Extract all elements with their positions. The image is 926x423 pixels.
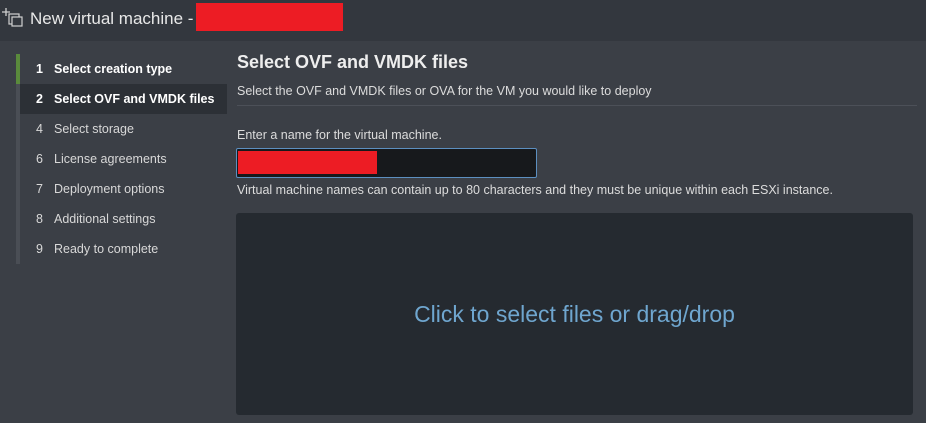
file-dropzone[interactable]: Click to select files or drag/drop xyxy=(236,213,913,415)
page-subtitle: Select the OVF and VMDK files or OVA for… xyxy=(237,84,652,98)
step-label: Deployment options xyxy=(54,182,165,196)
wizard-sidebar: 1 Select creation type 2 Select OVF and … xyxy=(0,41,227,423)
vm-name-label: Enter a name for the virtual machine. xyxy=(237,128,442,142)
redacted-vm-name xyxy=(196,3,343,31)
step-select-creation-type[interactable]: 1 Select creation type xyxy=(16,54,227,84)
step-select-ovf-vmdk-files[interactable]: 2 Select OVF and VMDK files xyxy=(16,84,227,114)
step-deployment-options[interactable]: 7 Deployment options xyxy=(16,174,227,204)
step-number: 2 xyxy=(36,92,43,106)
step-label: Select creation type xyxy=(54,62,173,76)
step-number: 6 xyxy=(36,152,43,166)
step-label: Select OVF and VMDK files xyxy=(54,92,215,106)
divider xyxy=(237,105,917,106)
step-license-agreements[interactable]: 6 License agreements xyxy=(16,144,227,174)
deploy-vm-icon xyxy=(2,8,23,27)
step-number: 8 xyxy=(36,212,43,226)
step-ready-to-complete[interactable]: 9 Ready to complete xyxy=(16,234,227,264)
step-number: 1 xyxy=(36,62,43,76)
dropzone-text: Click to select files or drag/drop xyxy=(414,300,735,327)
step-select-storage[interactable]: 4 Select storage xyxy=(16,114,227,144)
step-number: 4 xyxy=(36,122,43,136)
step-label: Select storage xyxy=(54,122,134,136)
step-additional-settings[interactable]: 8 Additional settings xyxy=(16,204,227,234)
page-title: Select OVF and VMDK files xyxy=(237,52,469,72)
wizard-steps: 1 Select creation type 2 Select OVF and … xyxy=(16,54,227,264)
vm-name-hint: Virtual machine names can contain up to … xyxy=(237,183,833,197)
title-bar: New virtual machine - xyxy=(0,0,926,41)
window-title: New virtual machine - xyxy=(30,9,194,28)
step-number: 9 xyxy=(36,242,43,256)
main-panel: Select OVF and VMDK files Select the OVF… xyxy=(227,41,926,423)
step-label: Additional settings xyxy=(54,212,156,226)
redacted-vm-name-value xyxy=(238,151,377,174)
step-label: License agreements xyxy=(54,152,167,166)
step-label: Ready to complete xyxy=(54,242,159,256)
step-number: 7 xyxy=(36,182,43,196)
